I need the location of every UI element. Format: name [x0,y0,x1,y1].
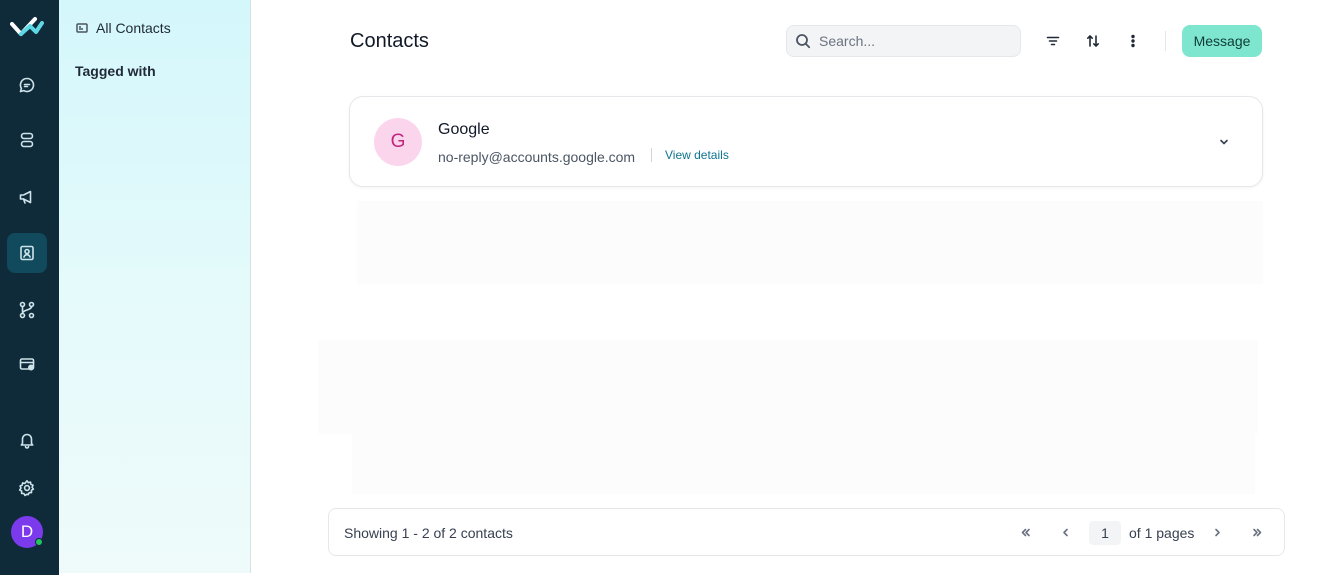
chevron-left-icon [1062,528,1068,536]
contact-avatar: G [374,118,422,166]
tagged-with-heading: Tagged with [75,63,156,79]
search-icon [796,34,811,49]
pagination-bar: Showing 1 - 2 of 2 contacts 1 of 1 pages [328,508,1285,556]
megaphone-icon [19,190,32,204]
contact-initial: G [390,131,406,152]
last-page-button[interactable] [1247,522,1267,542]
nav-campaigns[interactable] [7,177,47,217]
chat-bubble-icon [19,77,35,93]
address-card-icon [76,23,88,33]
workflow-icon [19,301,35,319]
current-page[interactable]: 1 [1089,521,1121,545]
total-pages: of 1 pages [1129,525,1195,541]
more-vertical-icon [1131,34,1135,48]
avatar-initial: D [20,522,34,541]
nav-billing[interactable] [7,344,47,384]
contacts-sidebar: All Contacts Tagged with [59,0,251,573]
filter-icon [1046,36,1060,46]
contact-card-icon [20,245,34,261]
expand-button[interactable] [1218,135,1232,149]
sort-button[interactable] [1081,29,1105,53]
online-status-dot [35,538,43,546]
placeholder-block [318,340,1258,434]
nav-contacts[interactable] [7,233,47,273]
header-divider [1165,31,1166,51]
nav-notifications[interactable] [7,420,47,460]
contact-email: no-reply@accounts.google.com [438,149,636,165]
filter-button[interactable] [1041,29,1065,53]
results-count: Showing 1 - 2 of 2 contacts [344,525,513,541]
nav-settings[interactable] [7,468,47,508]
contact-name: Google [438,121,490,138]
view-details-link[interactable]: View details [665,148,729,162]
placeholder-block [352,430,1255,494]
contact-card[interactable]: G Google no-reply@accounts.google.com Vi… [349,96,1263,187]
placeholder-block [357,201,1263,284]
search-box[interactable] [786,25,1021,57]
chevron-right-icon [1214,528,1220,536]
app-logo-icon[interactable] [10,14,44,42]
chevrons-right-icon [1252,528,1261,536]
gear-icon [18,480,35,497]
prev-page-button[interactable] [1055,522,1075,542]
chevron-down-icon [1220,139,1228,145]
first-page-button[interactable] [1015,522,1035,542]
sidebar-item-label: All Contacts [96,20,171,36]
nav-workflows[interactable] [7,290,47,330]
wallet-icon [19,358,35,371]
nav-conversations[interactable] [7,65,47,105]
contact-separator [651,148,652,162]
sort-arrows-icon [1087,34,1099,48]
page-title: Contacts [350,30,429,52]
database-icon [20,132,34,148]
next-page-button[interactable] [1207,522,1227,542]
search-input[interactable] [819,33,1009,49]
nav-database[interactable] [7,120,47,160]
bell-icon [20,433,34,449]
message-button[interactable]: Message [1182,25,1262,57]
chevrons-left-icon [1021,528,1030,536]
sidebar-item-all-contacts[interactable]: All Contacts [76,20,171,36]
icon-rail: D [0,0,59,575]
more-options-button[interactable] [1121,29,1145,53]
